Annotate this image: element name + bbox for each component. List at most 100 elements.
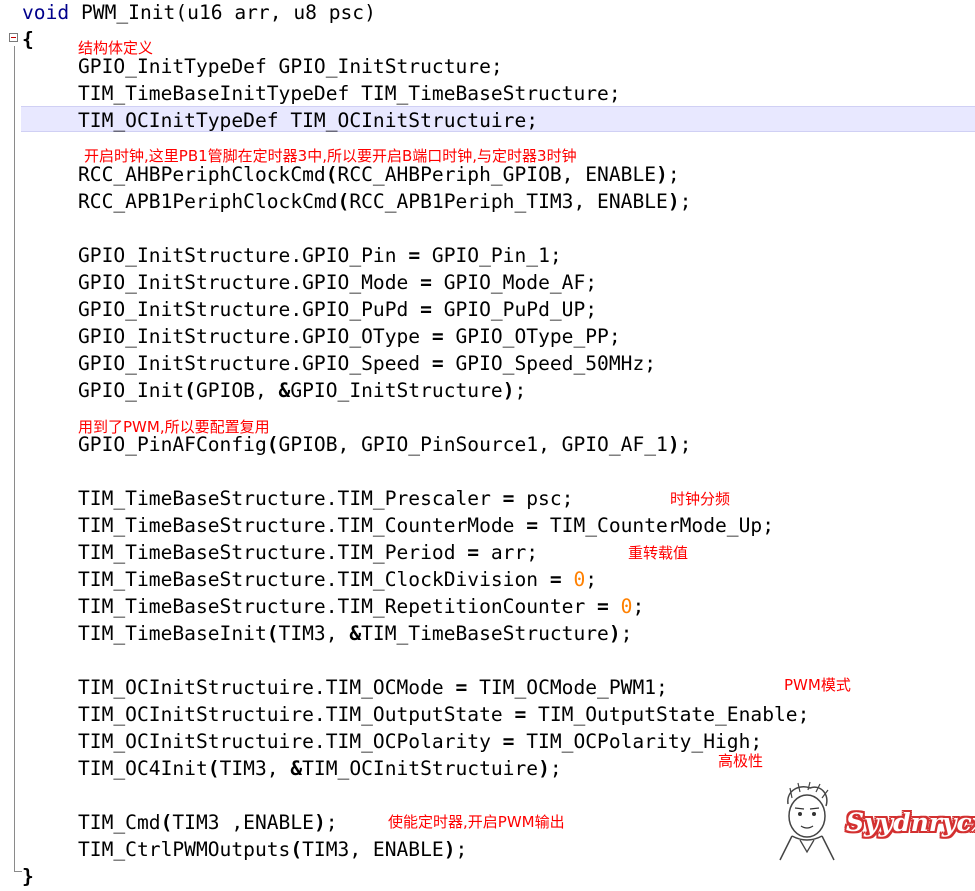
code-line-oc4-init[interactable]: TIM_OC4Init(TIM3, &TIM_OCInitStructuire)… <box>22 755 562 782</box>
annotation-high-polarity: 高极性 <box>718 752 764 770</box>
assign-value: TIM_OCMode_PWM1; <box>467 676 668 699</box>
code-line-counter-mode[interactable]: TIM_TimeBaseStructure.TIM_CounterMode = … <box>22 512 774 539</box>
assign-value: GPIO_Mode_AF; <box>431 271 598 294</box>
code-text: GPIO_InitTypeDef GPIO_InitStructure; <box>78 55 503 78</box>
arguments: TIM_OCInitStructuire <box>302 757 539 780</box>
code-line-gpio-speed[interactable]: GPIO_InitStructure.GPIO_Speed = GPIO_Spe… <box>22 350 656 377</box>
assign-value: GPIO_PuPd_UP; <box>431 298 598 321</box>
code-line-rcc-apb[interactable]: RCC_APB1PeriphClockCmd(RCC_APB1Periph_TI… <box>22 188 691 215</box>
code-line-repetition-counter[interactable]: TIM_TimeBaseStructure.TIM_RepetitionCoun… <box>22 593 644 620</box>
semicolon: ; <box>632 595 645 618</box>
arguments: TIM3, <box>219 757 291 780</box>
function-name: TIM_TimeBaseInit <box>78 622 267 645</box>
annotation-enable-timer: 使能定时器,开启PWM输出 <box>388 813 565 831</box>
fold-end-marker <box>14 871 22 872</box>
fold-toggle-icon[interactable] <box>9 33 18 42</box>
avatar-sketch-icon <box>779 781 835 861</box>
assign-target: TIM_TimeBaseStructure.TIM_ClockDivision <box>78 568 550 591</box>
function-name: GPIO_Init <box>78 379 185 402</box>
assign-value: GPIO_Speed_50MHz; <box>443 352 657 375</box>
function-name: TIM_OC4Init <box>78 757 208 780</box>
code-line-oc-polarity[interactable]: TIM_OCInitStructuire.TIM_OCPolarity = TI… <box>22 728 762 755</box>
code-line-clock-division[interactable]: TIM_TimeBaseStructure.TIM_ClockDivision … <box>22 566 597 593</box>
assign-target: GPIO_InitStructure.GPIO_PuPd <box>78 298 421 321</box>
semicolon: ; <box>325 811 338 834</box>
semicolon: ; <box>455 838 468 861</box>
assign-target: GPIO_InitStructure.GPIO_Speed <box>78 352 432 375</box>
arguments: TIM_TimeBaseStructure <box>361 622 609 645</box>
code-line-gpio-otype[interactable]: GPIO_InitStructure.GPIO_OType = GPIO_OTy… <box>22 323 621 350</box>
arguments: RCC_APB1Periph_TIM3, ENABLE <box>349 190 668 213</box>
code-line-prescaler[interactable]: TIM_TimeBaseStructure.TIM_Prescaler = ps… <box>22 485 573 512</box>
assign-target: TIM_OCInitStructuire.TIM_OCMode <box>78 676 456 699</box>
assign-value: psc; <box>514 487 574 510</box>
semicolon: ; <box>514 379 527 402</box>
assign-value: GPIO_Pin_1; <box>420 244 562 267</box>
function-name: GPIO_PinAFConfig <box>78 433 267 456</box>
assign-value: arr; <box>479 541 539 564</box>
assign-target: TIM_TimeBaseStructure.TIM_Prescaler <box>78 487 503 510</box>
assign-value: TIM_OCPolarity_High; <box>514 730 763 753</box>
annotation-pwm-mode: PWM模式 <box>784 676 851 694</box>
function-name: RCC_APB1PeriphClockCmd <box>78 190 338 213</box>
annotation-struct-def: 结构体定义 <box>78 39 154 57</box>
assign-value: TIM_CounterMode_Up; <box>538 514 774 537</box>
assign-value: GPIO_OType_PP; <box>443 325 621 348</box>
code-line-function-header[interactable]: void PWM_Init(u16 arr, u8 psc) <box>22 0 376 26</box>
code-line-gpio-pin[interactable]: GPIO_InitStructure.GPIO_Pin = GPIO_Pin_1… <box>22 242 562 269</box>
code-line-gpio-decl[interactable]: GPIO_InitTypeDef GPIO_InitStructure; <box>22 53 503 80</box>
code-line-rcc-ahb[interactable]: RCC_AHBPeriphClockCmd(RCC_AHBPeriph_GPIO… <box>22 161 680 188</box>
arguments: TIM3, ENABLE <box>302 838 444 861</box>
fold-guide-line <box>14 46 15 871</box>
assign-target: TIM_TimeBaseStructure.TIM_CounterMode <box>78 514 527 537</box>
assign-value: TIM_OutputState_Enable; <box>526 703 810 726</box>
function-signature: PWM_Init(u16 arr, u8 psc) <box>69 1 376 24</box>
arguments: GPIOB, GPIO_PinSource1, GPIO_AF_1 <box>278 433 668 456</box>
semicolon: ; <box>679 190 692 213</box>
code-line-tim-cmd[interactable]: TIM_Cmd(TIM3 ,ENABLE); <box>22 809 338 836</box>
code-text: TIM_TimeBaseInitTypeDef TIM_TimeBaseStru… <box>78 82 621 105</box>
semicolon: ; <box>549 757 562 780</box>
semicolon: ; <box>585 568 598 591</box>
function-name: TIM_CtrlPWMOutputs <box>78 838 291 861</box>
code-line-gpio-mode[interactable]: GPIO_InitStructure.GPIO_Mode = GPIO_Mode… <box>22 269 597 296</box>
annotation-pwm-af: 用到了PWM,所以要配置复用 <box>78 418 270 436</box>
close-brace: } <box>22 865 34 888</box>
code-line-open-brace[interactable]: { <box>22 26 34 53</box>
arguments: GPIO_InitStructure <box>290 379 503 402</box>
code-line-output-state[interactable]: TIM_OCInitStructuire.TIM_OutputState = T… <box>22 701 809 728</box>
assign-target: TIM_OCInitStructuire.TIM_OCPolarity <box>78 730 503 753</box>
function-name: TIM_Cmd <box>78 811 161 834</box>
code-line-close-brace[interactable]: } <box>22 863 34 890</box>
code-editor[interactable]: void PWM_Init(u16 arr, u8 psc) { GPIO_In… <box>0 0 975 891</box>
open-brace: { <box>22 28 34 51</box>
arguments: TIM3, <box>278 622 350 645</box>
code-text: TIM_OCInitTypeDef TIM_OCInitStructuire; <box>78 109 539 132</box>
code-line-gpio-pupd[interactable]: GPIO_InitStructure.GPIO_PuPd = GPIO_PuPd… <box>22 296 597 323</box>
code-line-oc-mode[interactable]: TIM_OCInitStructuire.TIM_OCMode = TIM_OC… <box>22 674 668 701</box>
code-line-ctrl-pwm-outputs[interactable]: TIM_CtrlPWMOutputs(TIM3, ENABLE); <box>22 836 467 863</box>
code-line-tim-decl[interactable]: TIM_TimeBaseInitTypeDef TIM_TimeBaseStru… <box>22 80 621 107</box>
number-literal: 0 <box>620 595 633 618</box>
arguments: TIM3 ,ENABLE <box>172 811 314 834</box>
arguments: GPIOB, <box>195 379 279 402</box>
assign-target: TIM_OCInitStructuire.TIM_OutputState <box>78 703 515 726</box>
annotation-reload: 重转载值 <box>628 544 689 562</box>
assign-target: GPIO_InitStructure.GPIO_OType <box>78 325 432 348</box>
number-literal: 0 <box>573 568 586 591</box>
semicolon: ; <box>667 163 680 186</box>
code-line-timebase-init[interactable]: TIM_TimeBaseInit(TIM3, &TIM_TimeBaseStru… <box>22 620 632 647</box>
semicolon: ; <box>679 433 692 456</box>
code-line-oc-decl[interactable]: TIM_OCInitTypeDef TIM_OCInitStructuire; <box>22 107 538 134</box>
assign-target: GPIO_InitStructure.GPIO_Pin <box>78 244 409 267</box>
annotation-prescaler: 时钟分频 <box>670 490 731 508</box>
code-line-period[interactable]: TIM_TimeBaseStructure.TIM_Period = arr; <box>22 539 538 566</box>
assign-target: TIM_TimeBaseStructure.TIM_Period <box>78 541 468 564</box>
watermark-signature: Syydnrycx <box>846 808 975 837</box>
assign-target: TIM_TimeBaseStructure.TIM_RepetitionCoun… <box>78 595 598 618</box>
semicolon: ; <box>620 622 633 645</box>
code-line-gpio-init[interactable]: GPIO_Init(GPIOB, &GPIO_InitStructure); <box>22 377 526 404</box>
keyword-void: void <box>22 1 70 24</box>
